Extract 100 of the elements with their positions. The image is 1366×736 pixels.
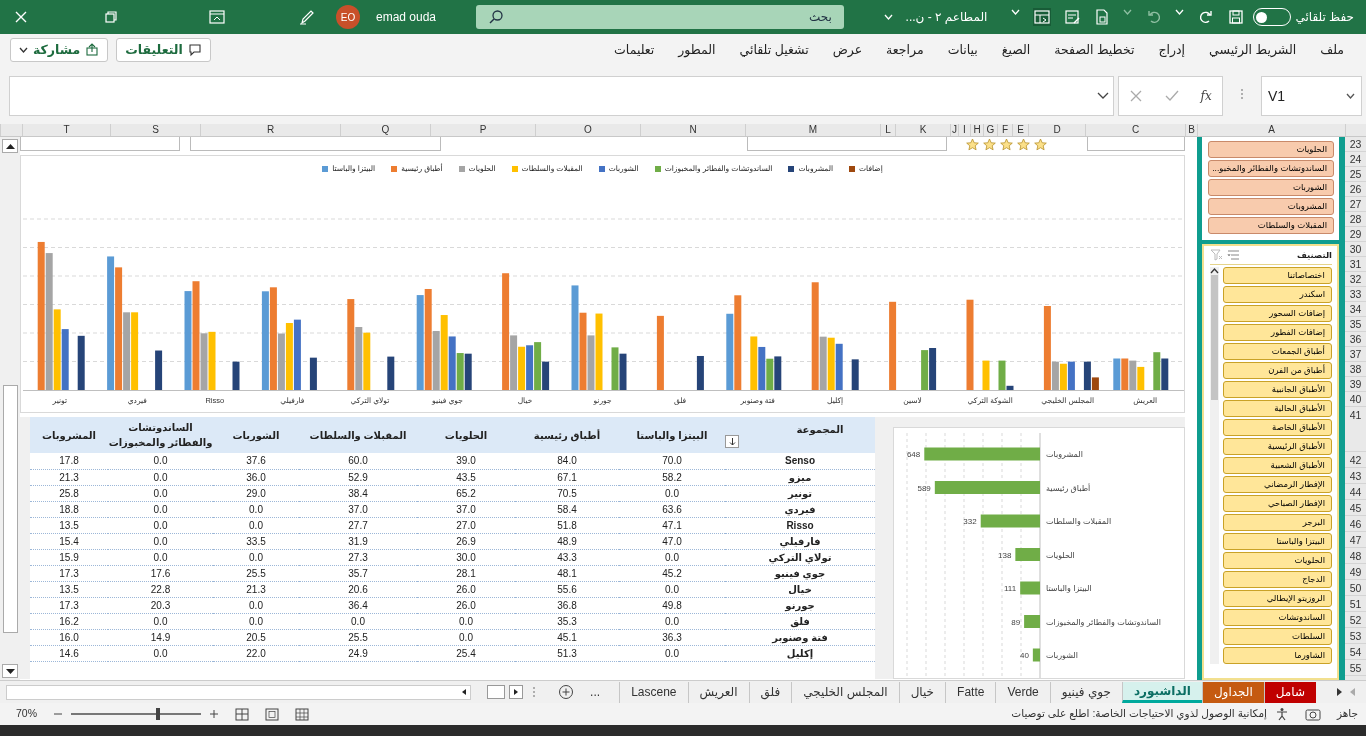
slicer-item[interactable]: المقبلات والسلطات — [1208, 217, 1334, 234]
sheet-tab[interactable]: Fatte — [945, 681, 996, 703]
slicer-item[interactable]: الأطباق الشعبية — [1223, 456, 1332, 474]
search-field[interactable]: بحث — [475, 5, 844, 29]
user-avatar[interactable]: EO — [336, 5, 360, 29]
ribbon-tab[interactable]: بيانات — [935, 36, 990, 64]
table-cell: 0.0 — [153, 503, 168, 515]
slicer-item[interactable]: الساندوتشات — [1223, 608, 1332, 626]
table-cell: 0.0 — [249, 615, 263, 627]
table-cell: 25.5 — [348, 631, 368, 643]
sheet-tab[interactable]: العريش — [687, 681, 749, 703]
sheet-tab[interactable]: شامل — [1263, 681, 1316, 703]
table-cell: 0.0 — [665, 551, 679, 563]
slicer-item[interactable]: الإفطار الصباحي — [1223, 494, 1332, 512]
table-cell: فارفيلي — [779, 535, 821, 547]
column-header[interactable]: A — [1197, 124, 1345, 136]
column-header[interactable]: N — [640, 124, 745, 136]
slicer-item[interactable]: المشروبات — [1208, 198, 1334, 215]
slicer-item[interactable]: الروزيتو الإيطالي — [1223, 589, 1332, 607]
slicer-item[interactable]: الحلويات — [1223, 551, 1332, 569]
slicer-item[interactable]: البيتزا والباستا — [1223, 532, 1332, 550]
ribbon-tab[interactable]: الصيغ — [989, 36, 1043, 64]
slicer-item[interactable]: الشوربات — [1208, 179, 1334, 196]
more-sheets-button[interactable]: ... — [579, 681, 612, 703]
column-header[interactable]: C — [1085, 124, 1185, 136]
ribbon-tab[interactable]: تعليمات — [602, 36, 667, 64]
column-header[interactable]: L — [880, 124, 895, 136]
sheet-tab[interactable]: المجلس الخليجي — [791, 681, 899, 703]
table-cell: 16.0 — [59, 631, 79, 643]
slicer-item[interactable]: الساندوتشات والفطائر والمخبو... — [1208, 160, 1334, 177]
sheet-tab[interactable]: جوي فينيو — [1049, 681, 1122, 703]
share-button[interactable]: مشاركة — [10, 37, 109, 63]
data-label: 138 — [998, 550, 1012, 560]
ribbon-tab[interactable]: الشريط الرئيسي — [1197, 36, 1309, 64]
table-cell: 0.0 — [153, 615, 168, 627]
table-cell: جوي فينيو — [774, 567, 826, 579]
ribbon-tab[interactable]: تشغيل تلقائي — [727, 36, 821, 64]
slicer-item[interactable]: الإفطار الرمضاني — [1223, 475, 1332, 493]
ribbon-tab[interactable]: تخطيط الصفحة — [1042, 36, 1147, 64]
column-header[interactable]: F — [997, 124, 1012, 136]
sheet-tab[interactable]: الداشبورد — [1121, 681, 1202, 703]
column-header[interactable]: S — [110, 124, 200, 136]
column-header[interactable]: G — [983, 124, 997, 136]
table-cell: 0.0 — [665, 487, 679, 499]
ribbon-tab[interactable]: مراجعة — [874, 36, 936, 64]
ribbon-tab[interactable]: عرض — [820, 36, 875, 64]
slicer-item[interactable]: إضافات السحور — [1223, 304, 1332, 322]
name-box[interactable]: V1 — [1261, 76, 1362, 116]
slicer-item[interactable]: الشاورما — [1223, 646, 1332, 664]
column-header[interactable]: K — [895, 124, 950, 136]
slicer-item[interactable]: الأطباق الحالية — [1223, 399, 1332, 417]
slicer-item[interactable]: أطباق من الفرن — [1223, 361, 1332, 379]
sheet-tab[interactable]: الجداول — [1201, 681, 1264, 703]
slicer-item[interactable]: الحلويات — [1208, 141, 1334, 158]
table-cell: 29.0 — [246, 487, 266, 499]
table-cell: 47.0 — [662, 535, 682, 547]
column-header[interactable]: R — [200, 124, 340, 136]
column-header[interactable]: P — [430, 124, 535, 136]
column-header[interactable]: B — [1185, 124, 1197, 136]
table-cell: 0.0 — [153, 551, 168, 563]
sheet-tab[interactable]: خيال — [898, 681, 946, 703]
sheet-tab[interactable]: فلق — [748, 681, 792, 703]
column-header[interactable]: I — [958, 124, 970, 136]
column-header[interactable]: H — [970, 124, 983, 136]
file-name[interactable]: المطاعم ٢ - ن... — [905, 8, 988, 26]
insert-function-button[interactable]: fx — [1200, 87, 1212, 105]
slicer-item[interactable]: السلطات — [1223, 627, 1332, 645]
table-cell: 0.0 — [153, 455, 168, 467]
user-name[interactable]: emad ouda — [376, 8, 437, 26]
slicer-item[interactable]: اسكندر — [1223, 285, 1332, 303]
sheet-tab[interactable]: Lascene — [619, 681, 688, 703]
table-cell: 18.8 — [59, 503, 79, 515]
column-header[interactable]: E — [1012, 124, 1028, 136]
table-cell: 14.9 — [150, 631, 171, 643]
slicer-item[interactable]: الأطباق الجانبية — [1223, 380, 1332, 398]
ribbon-tab[interactable]: المطور — [666, 36, 728, 64]
slicer-item[interactable]: اختصاصاتنا — [1223, 266, 1332, 284]
zoom-level[interactable]: 70% — [16, 706, 37, 722]
ribbon-tab[interactable]: ملف — [1308, 36, 1356, 64]
slicer-item[interactable]: البرجر — [1223, 513, 1332, 531]
sheet-tab[interactable]: Verde — [995, 681, 1050, 703]
slicer-item[interactable]: الأطباق الخاصة — [1223, 418, 1332, 436]
slicer-item[interactable]: أطباق الجمعات — [1223, 342, 1332, 360]
column-header[interactable]: D — [1028, 124, 1085, 136]
slicer-item[interactable]: إضافات الفطور — [1223, 323, 1332, 341]
column-header[interactable]: Q — [340, 124, 430, 136]
table-cell: 0.0 — [249, 599, 263, 611]
table-cell: 22.8 — [150, 583, 171, 595]
accessibility-status[interactable]: إمكانية الوصول لذوي الاحتياجات الخاصة: اطلع على توصيات — [1011, 706, 1267, 722]
column-header[interactable]: O — [535, 124, 640, 136]
column-header[interactable]: J — [950, 124, 958, 136]
slicer-item[interactable]: الدجاج — [1223, 570, 1332, 588]
data-label: 332 — [963, 517, 977, 526]
column-header[interactable]: M — [745, 124, 880, 136]
comments-button[interactable]: التعليقات — [116, 37, 211, 63]
table-cell: 38.4 — [348, 487, 368, 499]
ribbon-tab[interactable]: إدراج — [1146, 36, 1198, 64]
column-header[interactable]: T — [22, 124, 110, 136]
slicer-item[interactable]: الأطباق الرئيسية — [1223, 437, 1332, 455]
status-text: جاهز — [1336, 706, 1358, 722]
